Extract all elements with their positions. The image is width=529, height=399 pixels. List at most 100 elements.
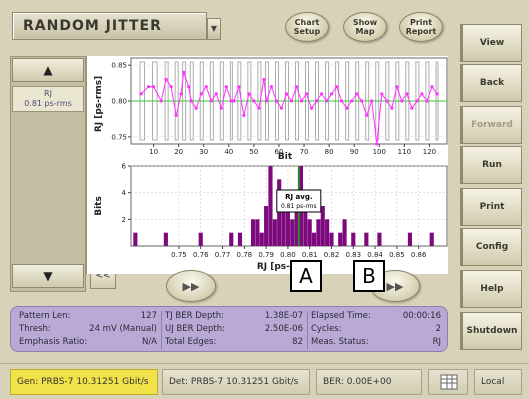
scroll-down-button[interactable]: ▼ xyxy=(12,264,84,288)
elapsed-time-label: Elapsed Time: xyxy=(311,311,371,321)
histogram-y-tick-label: 2 xyxy=(122,216,126,224)
histogram-bar xyxy=(237,232,243,246)
histogram-bar xyxy=(325,219,330,246)
chart-setup-button[interactable]: Chart Setup xyxy=(285,12,329,42)
run-left-button[interactable]: ▶▶ xyxy=(166,270,216,302)
histogram-bar xyxy=(316,219,321,246)
rj-data-point xyxy=(309,106,314,110)
histogram-bar xyxy=(229,232,234,246)
rj-data-point xyxy=(395,85,399,89)
line-y-tick-label: 0.75 xyxy=(111,133,127,141)
rj-data-point xyxy=(294,85,299,89)
rj-data-point xyxy=(390,106,394,110)
histogram-bar xyxy=(163,232,168,246)
rj-data-point xyxy=(345,106,349,110)
shutdown-button[interactable]: Shutdown xyxy=(460,312,522,350)
pattern-len-value: 127 xyxy=(140,311,157,321)
histogram-bar xyxy=(133,232,138,246)
line-y-tick-label: 0.80 xyxy=(111,98,127,106)
page-title[interactable]: RANDOM JITTER xyxy=(12,12,207,40)
rj-data-point xyxy=(314,99,319,103)
rj-data-point xyxy=(380,92,384,96)
pattern-len-label: Pattern Len: xyxy=(19,311,71,321)
line-y-ticks: 0.75 0.80 0.85 xyxy=(111,62,131,141)
rj-charts: 10 20 30 40 50 60 70 80 90 100 110 120 0.750.800.85… xyxy=(94,57,448,272)
histogram-bar xyxy=(338,232,343,246)
show-map-button[interactable]: Show Map xyxy=(343,12,387,42)
detector-status[interactable]: Det: PRBS-7 10.31251 Gbit/s xyxy=(162,369,310,395)
rj-data-point xyxy=(242,113,246,117)
rj-per-bit-chart: 10 20 30 40 50 60 70 80 90 100 110 120 0.750.800.85… xyxy=(94,57,448,162)
histogram-bar xyxy=(268,166,273,246)
measurement-item-rj[interactable]: RJ 0.81 ps-rms xyxy=(12,86,84,112)
rj-data-point xyxy=(189,99,193,103)
generator-status[interactable]: Gen: PRBS-7 10.31251 Gbit/s xyxy=(10,369,158,395)
run-button[interactable]: Run xyxy=(460,146,522,184)
view-button[interactable]: View xyxy=(460,24,522,62)
rj-data-point xyxy=(360,99,364,103)
histogram-bar xyxy=(272,219,277,246)
rj-data-point xyxy=(304,92,309,96)
chart-area: 10 20 30 40 50 60 70 80 90 100 110 120 0.75 0.80 0.85… xyxy=(86,56,448,274)
rj-data-point xyxy=(224,85,228,89)
measurement-item-name: RJ xyxy=(44,89,52,98)
rj-data-point xyxy=(169,85,173,89)
rj-data-point xyxy=(187,85,191,89)
uj-ber-depth-label: UJ BER Depth: xyxy=(165,324,225,334)
line-y-tick-label: 0.85 xyxy=(111,62,127,70)
back-button[interactable]: Back xyxy=(460,64,522,102)
local-mode-status[interactable]: Local xyxy=(474,369,522,395)
table-view-button[interactable] xyxy=(428,369,468,395)
rj-data-point xyxy=(237,85,241,89)
histogram-bar xyxy=(255,219,260,246)
rj-data-point xyxy=(385,99,389,103)
line-y-label: RJ [ps-rms] xyxy=(94,76,104,132)
histogram-bar xyxy=(364,232,369,246)
total-edges-label: Total Edges: xyxy=(165,337,217,347)
histogram-y-label: Bits xyxy=(94,196,104,216)
rj-data-point xyxy=(375,142,379,146)
rj-data-point xyxy=(182,70,186,74)
histogram-bar xyxy=(307,219,312,246)
title-dropdown-button[interactable]: ▼ xyxy=(207,18,221,40)
forward-button[interactable]: Forward xyxy=(460,106,522,144)
histogram-bar xyxy=(264,206,269,246)
rj-data-point xyxy=(199,92,203,96)
rj-data-point xyxy=(232,99,236,103)
rj-data-point xyxy=(151,85,156,89)
print-report-button[interactable]: Print Report xyxy=(399,12,443,42)
histogram-y-ticks: 2 4 6 xyxy=(122,163,131,224)
rj-avg-annotation: RJ avg. 0.81 ps-rms xyxy=(276,189,322,213)
rj-data-point xyxy=(400,99,404,103)
rj-data-point xyxy=(194,106,198,110)
rj-data-point xyxy=(350,99,354,103)
config-button[interactable]: Config xyxy=(460,228,522,266)
help-button[interactable]: Help xyxy=(460,270,522,308)
histogram-bar xyxy=(250,219,256,246)
measurement-item-value: 0.81 ps-rms xyxy=(24,99,72,108)
histogram-x-ticks: 0.75 0.76 0.77 0.78 0.79 0.80 0.81 0.82 0.83 0.84… xyxy=(171,246,427,259)
arrow-up-icon: ▲ xyxy=(43,63,53,77)
annotation-marker-a: A xyxy=(290,260,322,292)
line-x-tick-label: 70 xyxy=(300,148,309,156)
rj-data-point xyxy=(274,99,279,103)
line-x-label: Bit xyxy=(278,152,293,162)
emphasis-ratio-value: N/A xyxy=(141,337,157,347)
scroll-up-button[interactable]: ▲ xyxy=(12,58,84,82)
total-edges-value: 82 xyxy=(292,337,303,347)
annotation-marker-b: B xyxy=(353,260,385,292)
stats-panel: Pattern Len: 127 Thresh: 24 mV (Manual) … xyxy=(10,306,448,352)
thresh-label: Thresh: xyxy=(19,324,51,334)
line-x-tick-label: 20 xyxy=(174,148,183,156)
rj-data-point xyxy=(420,92,424,96)
rj-data-point xyxy=(279,106,284,110)
histogram-x-tick-label: 0.76 xyxy=(193,251,209,259)
print-button[interactable]: Print xyxy=(460,188,522,226)
histogram-x-tick-label: 0.77 xyxy=(215,251,231,259)
rj-avg-label: RJ avg. xyxy=(285,193,312,201)
line-x-tick-label: 90 xyxy=(350,148,359,156)
rj-data-point xyxy=(264,99,269,103)
rj-data-point xyxy=(425,99,429,103)
ber-status[interactable]: BER: 0.00E+00 xyxy=(316,369,422,395)
rj-data-point xyxy=(365,113,369,117)
